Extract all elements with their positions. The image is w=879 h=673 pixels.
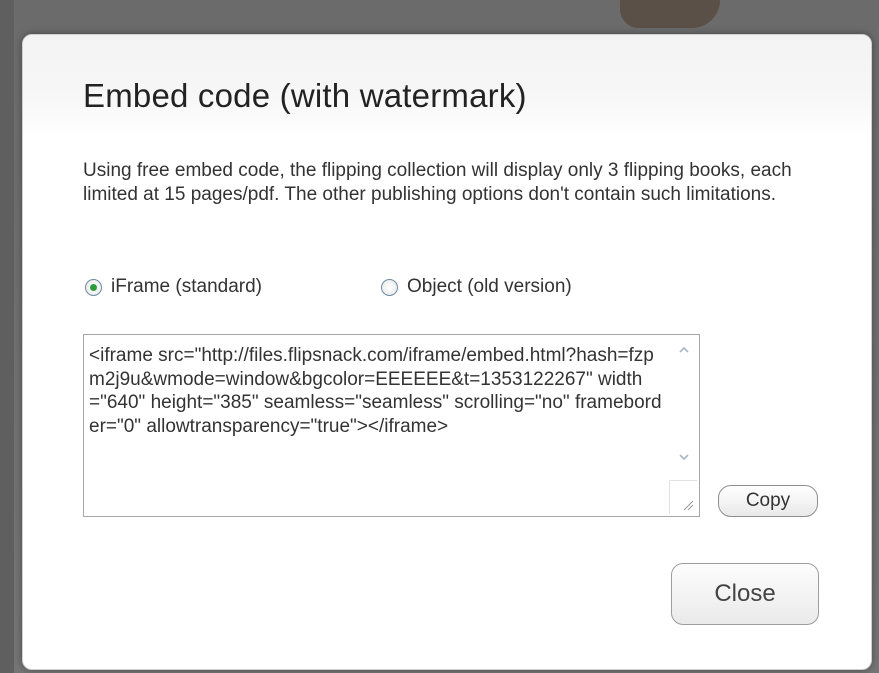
backdrop-shape [620, 0, 720, 28]
radio-button-unselected[interactable] [381, 278, 398, 296]
dialog-description: Using free embed code, the flipping coll… [83, 160, 792, 205]
embed-code-dialog: Embed code (with watermark) Using free e… [22, 34, 872, 670]
radio-selected-dot [90, 283, 97, 291]
close-button[interactable]: Close [671, 563, 819, 625]
chevron-up-icon[interactable] [678, 344, 690, 356]
radio-object-option[interactable]: Object (old version) [381, 275, 572, 299]
dialog-title: Embed code (with watermark) [83, 77, 527, 114]
radio-iframe-option[interactable]: iFrame (standard) [85, 275, 262, 299]
radio-iframe-label: iFrame (standard) [111, 276, 262, 297]
embed-code-box: <iframe src="http://files.flipsnack.com/… [83, 334, 700, 517]
radio-button-selected[interactable] [85, 278, 102, 296]
embed-code-textarea[interactable]: <iframe src="http://files.flipsnack.com/… [84, 335, 668, 516]
radio-object-label: Object (old version) [407, 276, 572, 297]
copy-button[interactable]: Copy [718, 485, 818, 517]
backdrop-edge [0, 0, 14, 673]
chevron-down-icon[interactable] [678, 451, 690, 463]
resize-grip-icon[interactable] [669, 480, 697, 514]
dialog-header: Embed code (with watermark) [23, 35, 871, 139]
